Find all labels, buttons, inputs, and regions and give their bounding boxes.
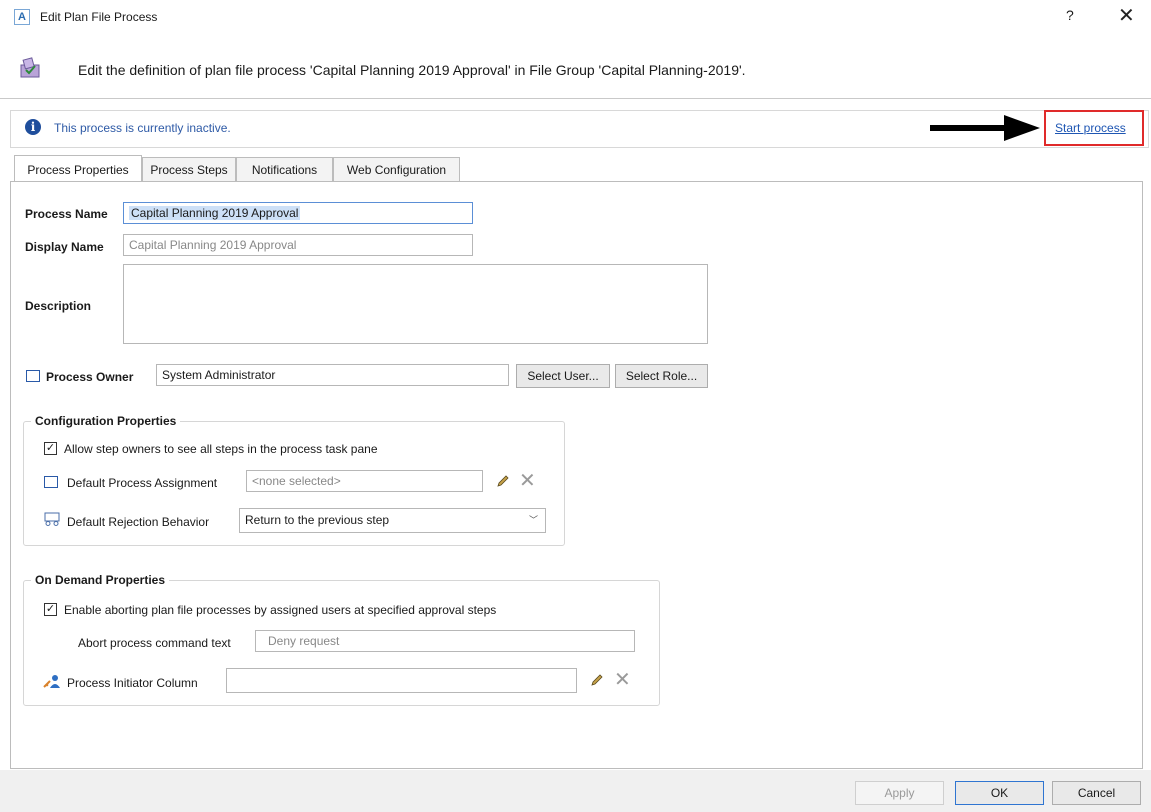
- edit-pencil-icon[interactable]: [496, 474, 510, 491]
- window-title: Edit Plan File Process: [40, 10, 158, 24]
- header-divider: [0, 98, 1151, 99]
- apply-button[interactable]: Apply: [855, 781, 944, 805]
- initiator-column-label: Process Initiator Column: [67, 676, 198, 690]
- abort-text-field[interactable]: Deny request: [255, 630, 635, 652]
- select-user-button[interactable]: Select User...: [516, 364, 610, 388]
- chevron-down-icon: ﹀: [528, 515, 538, 525]
- abort-text-label: Abort process command text: [78, 636, 231, 650]
- configuration-group-title: Configuration Properties: [31, 414, 181, 428]
- close-button[interactable]: ✕: [1118, 3, 1135, 28]
- start-process-link[interactable]: Start process: [1055, 121, 1126, 135]
- default-rejection-label: Default Rejection Behavior: [67, 515, 210, 529]
- display-name-field[interactable]: Capital Planning 2019 Approval: [123, 234, 473, 256]
- tab-process-properties[interactable]: Process Properties: [14, 155, 142, 181]
- process-icon: [18, 55, 42, 79]
- default-rejection-select[interactable]: Return to the previous step ﹀: [239, 508, 546, 533]
- process-name-label: Process Name: [25, 207, 108, 221]
- app-icon: A: [14, 9, 30, 25]
- arrow-right-icon: [930, 115, 1042, 144]
- default-assignment-field[interactable]: <none selected>: [246, 470, 483, 492]
- clear-x-icon[interactable]: ✕: [519, 471, 536, 491]
- display-name-label: Display Name: [25, 240, 104, 254]
- user-card-icon: [26, 370, 40, 382]
- help-button[interactable]: ?: [1066, 7, 1074, 23]
- allow-see-all-label: Allow step owners to see all steps in th…: [64, 442, 378, 456]
- cancel-button[interactable]: Cancel: [1052, 781, 1141, 805]
- users-icon: [42, 673, 62, 692]
- enable-abort-checkbox[interactable]: ✓: [44, 603, 57, 616]
- status-text: This process is currently inactive.: [54, 121, 231, 135]
- title-bar: [0, 0, 1151, 32]
- process-name-field[interactable]: Capital Planning 2019 Approval: [123, 202, 473, 224]
- ok-button[interactable]: OK: [955, 781, 1044, 805]
- rejection-icon: [44, 512, 60, 529]
- tab-process-steps[interactable]: Process Steps: [142, 157, 236, 181]
- clear-x-icon[interactable]: ✕: [614, 670, 631, 690]
- on-demand-group-title: On Demand Properties: [31, 573, 170, 587]
- process-name-value: Capital Planning 2019 Approval: [129, 206, 301, 220]
- default-assignment-label: Default Process Assignment: [67, 476, 218, 490]
- enable-abort-label: Enable aborting plan file processes by a…: [64, 603, 497, 617]
- tab-web-configuration[interactable]: Web Configuration: [333, 157, 460, 181]
- tab-notifications[interactable]: Notifications: [236, 157, 333, 181]
- description-label: Description: [25, 299, 92, 313]
- default-rejection-value: Return to the previous step: [245, 513, 390, 527]
- edit-pencil-icon[interactable]: [590, 673, 604, 690]
- description-textarea[interactable]: [123, 264, 708, 344]
- assignment-icon: [44, 476, 58, 488]
- info-icon: i: [25, 119, 41, 135]
- process-owner-field[interactable]: System Administrator: [156, 364, 509, 386]
- header-description: Edit the definition of plan file process…: [78, 62, 746, 78]
- process-owner-label: Process Owner: [46, 370, 134, 384]
- initiator-column-field[interactable]: [226, 668, 577, 693]
- allow-see-all-checkbox[interactable]: ✓: [44, 442, 57, 455]
- select-role-button[interactable]: Select Role...: [615, 364, 708, 388]
